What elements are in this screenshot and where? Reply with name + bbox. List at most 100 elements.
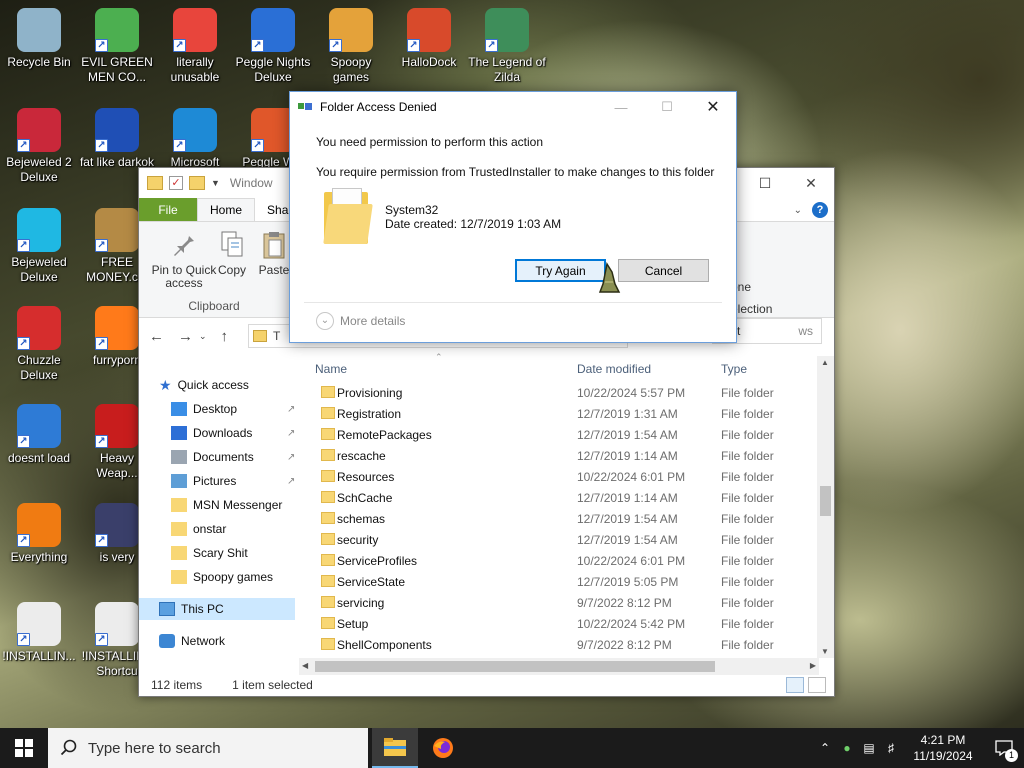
nav-quick-access[interactable]: ★ Quick access bbox=[159, 374, 249, 396]
notification-center-button[interactable]: 1 bbox=[984, 728, 1024, 768]
table-row[interactable]: security 12/7/2019 1:54 AM File folder bbox=[301, 529, 821, 550]
horizontal-scroll-thumb[interactable] bbox=[315, 661, 715, 672]
pin-to-quick-access-button[interactable]: Pin to Quick access bbox=[145, 230, 223, 290]
shortcut-arrow-icon: ↗ bbox=[95, 239, 108, 252]
desktop-icon[interactable]: ↗ Everything bbox=[0, 503, 78, 565]
desktop-icon-label: doesnt load bbox=[7, 451, 71, 465]
table-row[interactable]: ServiceProfiles 10/22/2024 6:01 PM File fo… bbox=[301, 550, 821, 571]
up-arrow-icon[interactable]: ↑ bbox=[221, 328, 229, 345]
tab-home[interactable]: Home bbox=[197, 198, 256, 221]
dialog-minimize-button: — bbox=[614, 99, 628, 115]
taskbar-search-box[interactable]: Type here to search bbox=[48, 728, 368, 768]
dialog-title-bar[interactable]: Folder Access Denied — ☐ ✕ bbox=[290, 92, 736, 122]
desktop-icon[interactable]: ↗ Spoopy games bbox=[312, 8, 390, 85]
row-date: 12/7/2019 5:05 PM bbox=[577, 575, 679, 589]
details-view-icon[interactable] bbox=[786, 677, 804, 693]
desktop-icon[interactable]: ↗ doesnt load bbox=[0, 404, 78, 466]
clock[interactable]: 4:21 PM 11/19/2024 bbox=[902, 732, 984, 764]
desktop-icon[interactable]: Recycle Bin bbox=[0, 8, 78, 70]
table-row[interactable]: schemas 12/7/2019 1:54 AM File folder bbox=[301, 508, 821, 529]
horizontal-scrollbar[interactable]: ◀ ▶ bbox=[299, 658, 819, 675]
properties-icon[interactable]: ✓ bbox=[169, 176, 183, 190]
table-row[interactable]: Setup 10/22/2024 5:42 PM File folder bbox=[301, 613, 821, 634]
table-row[interactable]: servicing 9/7/2022 8:12 PM File folder bbox=[301, 592, 821, 613]
shortcut-arrow-icon: ↗ bbox=[95, 39, 108, 52]
table-row[interactable]: Provisioning 10/22/2024 5:57 PM File folde… bbox=[301, 382, 821, 403]
nav-this-pc[interactable]: This PC bbox=[159, 598, 224, 620]
table-row[interactable]: ShellComponents 9/7/2022 8:12 PM File fold… bbox=[301, 634, 821, 655]
scroll-up-icon[interactable]: ▲ bbox=[821, 358, 829, 367]
new-folder-icon[interactable] bbox=[189, 176, 205, 190]
close-button[interactable]: ✕ bbox=[788, 168, 834, 198]
column-header-name[interactable]: Name bbox=[315, 362, 347, 376]
row-type: File folder bbox=[721, 428, 774, 442]
table-row[interactable]: RemotePackages 12/7/2019 1:54 AM File fold… bbox=[301, 424, 821, 445]
desktop-icon[interactable]: ↗ literally unusable bbox=[156, 8, 234, 85]
forward-arrow-icon[interactable]: → bbox=[178, 328, 193, 345]
cancel-button[interactable]: Cancel bbox=[618, 259, 709, 282]
desktop-icon[interactable]: ↗ HalloDock bbox=[390, 8, 468, 70]
chevron-down-icon[interactable]: ⌄ bbox=[794, 205, 802, 216]
desktop-icon[interactable]: ↗ !INSTALLIN... bbox=[0, 602, 78, 664]
people-icon[interactable]: ● bbox=[836, 741, 858, 755]
back-arrow-icon[interactable]: ← bbox=[149, 328, 164, 345]
nav-item[interactable]: Desktop ↗ bbox=[171, 398, 295, 420]
scroll-right-icon[interactable]: ▶ bbox=[810, 661, 816, 670]
desktop-icon[interactable]: ↗ Bejeweled Deluxe bbox=[0, 208, 78, 285]
taskbar-file-explorer[interactable] bbox=[372, 728, 418, 768]
table-row[interactable]: rescache 12/7/2019 1:14 AM File folder bbox=[301, 445, 821, 466]
desktop-icon[interactable]: ↗ Chuzzle Deluxe bbox=[0, 306, 78, 383]
recent-locations-icon[interactable]: ⌄ bbox=[199, 331, 207, 342]
tab-file[interactable]: File bbox=[139, 198, 197, 221]
help-icon[interactable]: ? bbox=[812, 202, 828, 218]
nav-item[interactable]: Documents ↗ bbox=[171, 446, 295, 468]
network-status-icon[interactable]: ▤ bbox=[858, 741, 880, 755]
scroll-down-icon[interactable]: ▼ bbox=[821, 647, 829, 656]
nav-item[interactable]: Scary Shit bbox=[171, 542, 248, 564]
nav-item[interactable]: onstar bbox=[171, 518, 226, 540]
nav-item[interactable]: Downloads ↗ bbox=[171, 422, 295, 444]
desktop-icon-label: furryporn bbox=[92, 353, 142, 367]
row-date: 10/22/2024 6:01 PM bbox=[577, 470, 686, 484]
nav-item-label: Downloads bbox=[193, 426, 253, 440]
desktop-icon[interactable]: ↗ fat like darkok bbox=[78, 108, 156, 170]
column-header-type[interactable]: Type bbox=[721, 362, 747, 376]
row-date: 9/7/2022 8:12 PM bbox=[577, 596, 672, 610]
large-icons-view-icon[interactable] bbox=[808, 677, 826, 693]
desktop-icon[interactable]: ↗ EVIL GREEN MEN CO... bbox=[78, 8, 156, 85]
dialog-close-button[interactable]: ✕ bbox=[690, 92, 736, 122]
nav-item[interactable]: Pictures ↗ bbox=[171, 470, 295, 492]
more-details-toggle[interactable]: ⌄ More details bbox=[316, 312, 405, 330]
nav-item[interactable]: Spoopy games bbox=[171, 566, 273, 588]
table-row[interactable]: Resources 10/22/2024 6:01 PM File folder bbox=[301, 466, 821, 487]
table-row[interactable]: Registration 12/7/2019 1:31 AM File folder bbox=[301, 403, 821, 424]
maximize-button[interactable]: ☐ bbox=[742, 168, 788, 198]
vertical-scroll-thumb[interactable] bbox=[820, 486, 831, 516]
ribbon-invert-selection-text[interactable]: election bbox=[731, 302, 772, 316]
chevron-up-icon[interactable]: ⌃ bbox=[814, 741, 836, 755]
volume-icon[interactable]: ♯ bbox=[880, 741, 902, 755]
nav-network[interactable]: Network bbox=[159, 630, 225, 652]
row-type: File folder bbox=[721, 617, 774, 631]
start-button[interactable] bbox=[0, 728, 48, 768]
desktop-icon[interactable]: ↗ The Legend of Zilda bbox=[468, 8, 546, 85]
chevron-down-icon[interactable]: ▼ bbox=[211, 178, 220, 188]
nav-item[interactable]: MSN Messenger bbox=[171, 494, 282, 516]
nav-item-label: Documents bbox=[193, 450, 254, 464]
desktop-icon[interactable]: ↗ Peggle Nights Deluxe bbox=[234, 8, 312, 85]
desktop-icon[interactable]: ↗ Bejeweled 2 Deluxe bbox=[0, 108, 78, 185]
copy-button[interactable]: Copy bbox=[217, 230, 247, 277]
desktop-icon[interactable]: ↗ Microsoft bbox=[156, 108, 234, 170]
table-row[interactable]: ServiceState 12/7/2019 5:05 PM File folder bbox=[301, 571, 821, 592]
dialog-maximize-button: ☐ bbox=[661, 99, 673, 114]
vertical-scrollbar[interactable]: ▲ ▼ bbox=[817, 356, 834, 658]
folder-icon bbox=[321, 596, 335, 608]
folder-name: System32 bbox=[385, 203, 439, 217]
taskbar-firefox[interactable] bbox=[420, 728, 466, 768]
try-again-button[interactable]: Try Again bbox=[515, 259, 606, 282]
table-row[interactable]: SchCache 12/7/2019 1:14 AM File folder bbox=[301, 487, 821, 508]
scroll-left-icon[interactable]: ◀ bbox=[302, 661, 308, 670]
column-header-date[interactable]: Date modified bbox=[577, 362, 651, 376]
pin-label: Pin to Quick access bbox=[151, 263, 217, 290]
paste-button[interactable]: Paste bbox=[259, 230, 289, 277]
